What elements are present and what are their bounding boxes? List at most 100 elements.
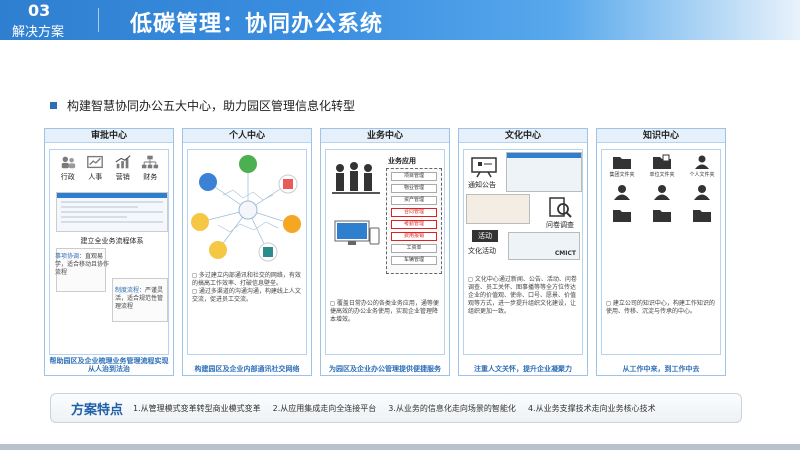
panel-title: 个人中心 [183, 129, 311, 143]
panel-footer: 为园区及企业办公管理提供便捷服务 [329, 365, 441, 373]
folder-item[interactable] [682, 184, 722, 201]
section-badge: 03 解决方案 [0, 0, 90, 40]
bullet-content: 覆盖日常办公的各类业务应用，通等便捷高效的办公业务使用，实现企业管理降本增效。 [330, 300, 439, 323]
section-number: 03 [28, 1, 51, 20]
bullet-text: ◻ 文化中心通过新闻、公告、活动、问卷调查、员工关怀、图事播等等全方位传达企业的… [468, 276, 577, 315]
approval-item-finance: 财务 [141, 154, 159, 182]
solution-features-bar: 方案特点 1.从管理模式变革转型商业模式变革 2.从应用集成走向全连接平台 3.… [50, 393, 742, 423]
panel-knowledge-center: 知识中心 集团文件夹 单位文件夹 个人文件夹 ◻ 建立公司的知识中心，构建工作知… [596, 128, 726, 376]
activity-screenshot: CMICT [508, 232, 580, 260]
icon-label: 人事 [88, 173, 103, 181]
business-app-item[interactable]: 车辆管理 [391, 256, 437, 265]
panel-approval-center: 审批中心 行政 人事 营销 财务 建立全业务流程体系 事项协调：直观易学，适合移… [44, 128, 174, 376]
approval-item-admin: 行政 [59, 154, 77, 182]
folder-item[interactable] [642, 207, 682, 224]
folder-doc-icon [653, 154, 671, 169]
folder-label: 个人文件夹 [689, 172, 715, 178]
culture-bullets: ◻ 文化中心通过新闻、公告、活动、问卷调查、员工关怀、图事播等等全方位传达企业的… [468, 276, 580, 316]
icon-label: 营销 [115, 173, 130, 181]
panel-title: 文化中心 [459, 129, 587, 143]
panel-culture-center: 文化中心 通知公告 问卷调查 活动 文化活动 CMICT ◻ 文化中心通过新闻、… [458, 128, 588, 376]
panel-personal-center: 个人中心 ◻ 多过建立内部通讯和社交的网络，有效的搞高工作效率、打破信息壁垒。 … [182, 128, 312, 376]
panel-title: 审批中心 [45, 129, 173, 143]
approval-icon-row: 行政 人事 营销 财务 [50, 150, 168, 182]
section-name: 解决方案 [12, 25, 65, 40]
feature-item: 2.从应用集成走向全连接平台 [272, 403, 377, 413]
icon-label: 行政 [60, 173, 75, 181]
business-app-item[interactable]: 工资单 [391, 244, 437, 253]
folder-item[interactable] [642, 184, 682, 201]
business-app-item[interactable]: 费用报销 [391, 232, 437, 241]
folder-icon [613, 210, 631, 222]
approval-item-hr: 人事 [86, 154, 104, 182]
survey-icon [549, 197, 572, 218]
business-app-item[interactable]: 资产管理 [391, 196, 437, 205]
workflow-screenshot [56, 192, 168, 232]
bullet-content: 多过建立内部通讯和社交的网络，有效的搞高工作效率、打破信息壁垒。 [192, 272, 301, 287]
survey-label: 问卷调查 [546, 221, 574, 229]
user-icon [654, 185, 670, 200]
approval-item-marketing: 营销 [114, 154, 132, 182]
bullet-text: ◻ 通过多渠道的沟通沟通，构建线上人文交流，促进员工交流。 [192, 288, 301, 303]
panel-footer: 注重人文关怀，提升企业凝聚力 [474, 365, 572, 373]
personal-bullets: ◻ 多过建立内部通讯和社交的网络，有效的搞高工作效率、打破信息壁垒。 ◻ 通过多… [192, 272, 304, 304]
bullet-text: ◻ 多过建立内部通讯和社交的网络，有效的搞高工作效率、打破信息壁垒。 [192, 272, 301, 287]
header-divider [98, 8, 99, 32]
bullet-text: ◻ 覆盖日常办公的各类业务应用，通等便捷高效的办公业务使用，实现企业管理降本增效… [330, 300, 439, 323]
bullet-text: ◻ 建立公司的知识中心，构建工作知识的使用、传移、沉淀与传承的中心。 [606, 300, 715, 315]
header-banner: 03 解决方案 低碳管理：协同办公系统 [0, 0, 800, 40]
business-people-icon [332, 162, 380, 194]
bottom-bar [0, 444, 800, 450]
bullet-content: 通过多渠道的沟通沟通，构建线上人文交流，促进员工交流。 [192, 288, 301, 303]
folder-label: 集团文件夹 [609, 172, 635, 178]
icon-label: 财务 [143, 173, 158, 181]
bullet-content: 建立公司的知识中心，构建工作知识的使用、传移、沉淀与传承的中心。 [606, 300, 715, 315]
trend-icon [115, 155, 131, 169]
folder-item[interactable] [602, 207, 642, 224]
business-app-item[interactable]: 物业管理 [391, 184, 437, 193]
panel-body: 通知公告 问卷调查 活动 文化活动 CMICT ◻ 文化中心通过新闻、公告、活动… [463, 149, 583, 355]
workflow-doc-thumbnail: 制度流程：严谨灵活，适合规范性管理流程 [112, 278, 168, 322]
subtitle: 构建智慧协同办公五大中心，助力园区管理信息化转型 [67, 99, 356, 113]
user-icon [694, 185, 710, 200]
panel-title: 知识中心 [597, 129, 725, 143]
knowledge-folder-grid: 集团文件夹 单位文件夹 个人文件夹 [602, 154, 722, 224]
folder-icon [613, 157, 631, 169]
people-icon [61, 156, 75, 169]
activity-label: 文化活动 [468, 247, 496, 255]
folder-icon [693, 210, 711, 222]
note-label: 事项协调： [55, 253, 86, 260]
feature-item: 1.从管理模式变革转型商业模式变革 [133, 403, 261, 413]
panel-body: ◻ 多过建立内部通讯和社交的网络，有效的搞高工作效率、打破信息壁垒。 ◻ 通过多… [187, 149, 307, 355]
bullet-content: 文化中心通过新闻、公告、活动、问卷调查、员工关怀、图事播等等全方位传达企业的价值… [468, 276, 577, 315]
folder-personal[interactable]: 个人文件夹 [682, 154, 722, 178]
knowledge-bullets: ◻ 建立公司的知识中心，构建工作知识的使用、传移、沉淀与传承的中心。 [606, 300, 718, 316]
business-app-item[interactable]: 项目管理 [391, 172, 437, 181]
culture-screenshot [466, 194, 530, 224]
panel-footer: 从工作中来，到工作中去 [622, 365, 700, 373]
feature-item: 3.从业务的信息化走向场景的智能化 [388, 403, 516, 413]
features-label: 方案特点 [71, 402, 124, 418]
brand-label: CMICT [554, 250, 576, 257]
business-bullets: ◻ 覆盖日常办公的各类业务应用，通等便捷高效的办公业务使用，实现企业管理降本增效… [330, 300, 442, 324]
business-app-item[interactable]: 合同管理 [391, 208, 437, 217]
folder-item[interactable] [602, 184, 642, 201]
feature-item: 4.从业务支撑技术走向业务核心技术 [527, 403, 656, 413]
business-list-title: 业务应用 [388, 157, 416, 165]
business-app-item[interactable]: 考勤管理 [391, 220, 437, 229]
notice-board-icon [471, 157, 497, 178]
page-title: 低碳管理：协同办公系统 [130, 12, 384, 37]
business-app-list: 项目管理 物业管理 资产管理 合同管理 考勤管理 费用报销 工资单 车辆管理 [386, 168, 442, 274]
panel-footer: 构建园区及企业内部通讯社交网络 [194, 365, 300, 373]
person-icon [695, 155, 709, 169]
folder-unit[interactable]: 单位文件夹 [642, 154, 682, 178]
org-icon [142, 155, 159, 169]
panel-body: 业务应用 项目管理 物业管理 资产管理 合同管理 考勤管理 费用报销 工资单 车… [325, 149, 445, 355]
panel-title: 业务中心 [321, 129, 449, 143]
folder-item[interactable] [682, 207, 722, 224]
personal-hub-diagram [191, 155, 301, 262]
folder-group[interactable]: 集团文件夹 [602, 154, 642, 178]
panel-body: 行政 人事 营销 财务 建立全业务流程体系 事项协调：直观易学，适合移动且协作流… [49, 149, 169, 355]
folder-icon [653, 210, 671, 222]
folder-label: 单位文件夹 [649, 172, 675, 178]
